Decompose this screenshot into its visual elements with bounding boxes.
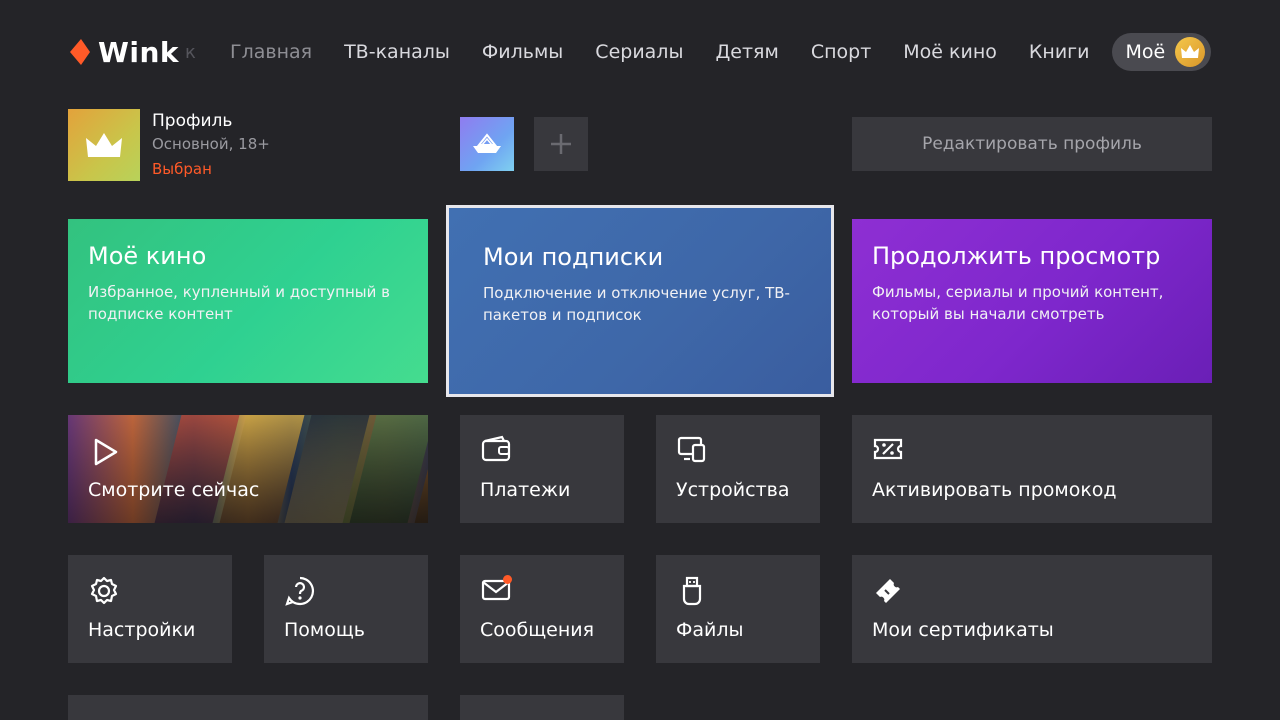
profile-name: Профиль: [152, 111, 233, 131]
nav-item-books[interactable]: Книги: [1013, 33, 1106, 71]
profile-avatar[interactable]: [68, 109, 140, 181]
profile-info: Профиль Основной, 18+ Выбран: [152, 110, 270, 182]
wink-logo[interactable]: Wink к: [68, 35, 196, 69]
crown-icon: [86, 133, 122, 157]
more-tile[interactable]: [68, 695, 428, 720]
settings-tile[interactable]: Настройки: [68, 555, 232, 663]
continue-watching-card[interactable]: Продолжить просмотр Фильмы, сериалы и пр…: [852, 219, 1212, 383]
devices-icon: [677, 436, 706, 463]
my-cinema-description: Избранное, купленный и доступный в подпи…: [88, 283, 390, 323]
nav-item-home[interactable]: Главная: [214, 33, 328, 71]
wallet-icon: [481, 435, 511, 462]
my-subscriptions-card[interactable]: Мои подписки Подключение и отключение ус…: [446, 205, 834, 397]
continue-watching-title: Продолжить просмотр: [872, 242, 1161, 270]
payments-label: Платежи: [480, 479, 571, 501]
files-label: Файлы: [676, 619, 744, 641]
help-label: Помощь: [284, 619, 365, 641]
nav-item-series[interactable]: Сериалы: [579, 33, 699, 71]
gear-icon: [90, 576, 118, 605]
wink-logo-icon: [70, 39, 90, 65]
devices-label: Устройства: [676, 479, 790, 501]
files-tile[interactable]: Файлы: [656, 555, 820, 663]
nav-item-my[interactable]: Моё: [1111, 33, 1212, 71]
my-certificates-label: Мои сертификаты: [872, 619, 1054, 641]
profile-status: Выбран: [152, 160, 212, 178]
play-icon: [94, 438, 118, 466]
logo-text: Wink: [98, 35, 180, 69]
profile-avatar-alt[interactable]: [460, 117, 514, 171]
account-page: Wink к Главная ТВ-каналы Фильмы Сериалы …: [0, 0, 1280, 720]
help-tile[interactable]: Помощь: [264, 555, 428, 663]
edit-profile-button[interactable]: Редактировать профиль: [852, 117, 1212, 171]
profile-details: Основной, 18+: [152, 135, 270, 153]
my-certificates-tile[interactable]: Мои сертификаты: [852, 555, 1212, 663]
add-profile-button[interactable]: [534, 117, 588, 171]
nav-item-sport[interactable]: Спорт: [795, 33, 887, 71]
top-navigation: Главная ТВ-каналы Фильмы Сериалы Детям С…: [214, 33, 1212, 71]
devices-tile[interactable]: Устройства: [656, 415, 820, 523]
continue-watching-description: Фильмы, сериалы и прочий контент, которы…: [872, 283, 1164, 323]
nav-item-tv-channels[interactable]: ТВ-каналы: [328, 33, 466, 71]
promo-ticket-icon: [873, 438, 903, 460]
my-cinema-title: Моё кино: [88, 242, 207, 270]
help-icon: [285, 576, 315, 606]
profile-crown-icon: [1175, 37, 1206, 67]
watch-now-label: Смотрите сейчас: [88, 479, 260, 501]
nav-my-label: Моё: [1125, 41, 1166, 63]
payments-tile[interactable]: Платежи: [460, 415, 624, 523]
settings-label: Настройки: [88, 619, 196, 641]
nav-item-my-cinema[interactable]: Моё кино: [887, 33, 1013, 71]
search-hint[interactable]: к: [185, 42, 196, 63]
ticket-icon: [876, 579, 900, 603]
my-subscriptions-title: Мои подписки: [483, 243, 664, 271]
messages-label: Сообщения: [480, 619, 595, 641]
plus-icon: [551, 134, 571, 154]
my-subscriptions-description: Подключение и отключение услуг, ТВ-пакет…: [483, 284, 790, 324]
nav-item-kids[interactable]: Детям: [699, 33, 794, 71]
more-tile-small[interactable]: [460, 695, 624, 720]
my-cinema-card[interactable]: Моё кино Избранное, купленный и доступны…: [68, 219, 428, 383]
activate-promocode-tile[interactable]: Активировать промокод: [852, 415, 1212, 523]
poster-shade: [68, 415, 428, 523]
unread-indicator: [503, 575, 512, 584]
boat-icon: [473, 133, 501, 153]
messages-tile[interactable]: Сообщения: [460, 555, 624, 663]
nav-item-movies[interactable]: Фильмы: [466, 33, 579, 71]
usb-drive-icon: [682, 576, 702, 606]
watch-now-tile[interactable]: Смотрите сейчас: [68, 415, 428, 523]
activate-promocode-label: Активировать промокод: [872, 479, 1117, 501]
